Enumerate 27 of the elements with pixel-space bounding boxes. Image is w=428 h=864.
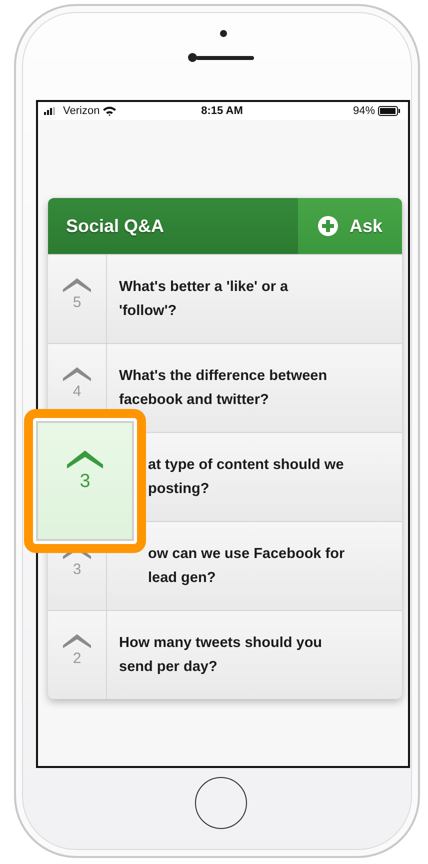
vote-count: 2 [72, 650, 82, 668]
header-title: Social Q&A [65, 214, 166, 238]
vote-count: 4 [72, 383, 82, 400]
home-button[interactable] [195, 777, 247, 829]
question-row[interactable]: 2 How many tweets should you send per day? [48, 610, 402, 699]
wifi-icon [102, 106, 116, 116]
question-row[interactable]: 4 What's the difference between facebook and twitter? [48, 343, 402, 432]
question-text: ow can we use Facebook for lead gen? [147, 545, 346, 588]
upvote-icon[interactable] [63, 366, 91, 382]
question-text: What's better a 'like' or a 'follow'? [118, 278, 290, 321]
question-row[interactable]: 3 ow can we use Facebook for lead gen? [48, 521, 402, 610]
clock-time: 8:15 AM [200, 105, 244, 117]
question-text: How many tweets should you send per day? [118, 634, 324, 677]
battery-icon [378, 106, 400, 116]
vote-count: 3 [80, 470, 90, 493]
carrier-label: Verizon [63, 105, 100, 117]
vote-count: 5 [72, 294, 82, 312]
upvote-icon[interactable] [63, 277, 91, 292]
upvote-icon[interactable] [67, 449, 103, 469]
upvote-icon[interactable] [63, 633, 91, 648]
battery-percent: 94% [352, 105, 376, 117]
question-text: at type of content should we posting? [147, 456, 345, 499]
vote-count: 3 [72, 561, 82, 578]
question-text: What's the difference between facebook and twitter? [118, 367, 328, 410]
question-row[interactable]: 5 What's better a 'like' or a 'follow'? [48, 254, 402, 343]
plus-icon [317, 215, 340, 237]
speaker-icon [196, 56, 254, 60]
